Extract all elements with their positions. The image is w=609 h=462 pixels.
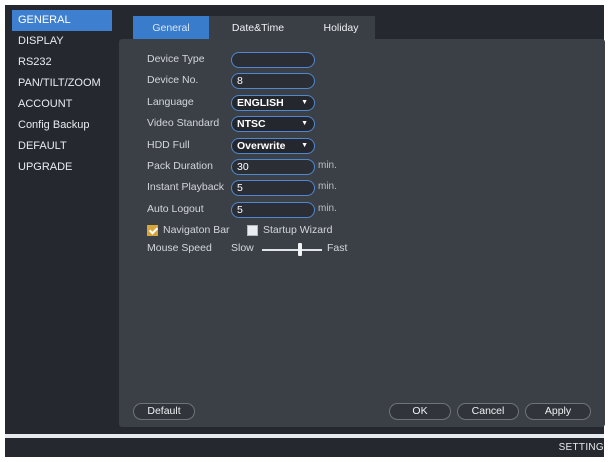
sidebar-item-general[interactable]: GENERAL [12,10,112,31]
video-standard-select[interactable]: NTSC ▼ [231,116,315,132]
ok-button[interactable]: OK [389,403,451,420]
auto-logout-unit: min. [318,203,337,214]
startup-wizard-label: Startup Wizard [263,224,333,236]
instant-playback-unit: min. [318,181,337,192]
pack-duration-input[interactable]: 30 [231,159,315,175]
device-type-label: Device Type [147,53,205,65]
sidebar-item-upgrade[interactable]: UPGRADE [12,157,112,178]
startup-wizard-checkbox[interactable] [247,225,258,236]
chevron-down-icon: ▼ [301,142,308,149]
bottom-scroll-track [5,434,604,438]
general-settings-panel: Device Type Device No. 8 Language ENGLIS… [119,39,605,427]
video-standard-value: NTSC [237,118,266,130]
tab-date-time[interactable]: Date&Time [209,16,307,40]
mouse-speed-label: Mouse Speed [147,242,212,254]
device-type-input[interactable] [231,52,315,68]
mouse-speed-slow-label: Slow [231,242,254,254]
sidebar-item-pan-tilt-zoom[interactable]: PAN/TILT/ZOOM [12,73,112,94]
language-label: Language [147,96,194,108]
chevron-down-icon: ▼ [301,120,308,127]
settings-window: GENERAL DISPLAY RS232 PAN/TILT/ZOOM ACCO… [5,5,605,457]
sidebar-menu: GENERAL DISPLAY RS232 PAN/TILT/ZOOM ACCO… [12,10,112,178]
sidebar-item-config-backup[interactable]: Config Backup [12,115,112,136]
auto-logout-label: Auto Logout [147,203,204,215]
device-no-input[interactable]: 8 [231,73,315,89]
cancel-button[interactable]: Cancel [457,403,519,420]
tab-general[interactable]: General [133,16,209,40]
hdd-full-value: Overwrite [237,140,286,152]
instant-playback-input[interactable]: 5 [231,180,315,196]
sidebar-item-account[interactable]: ACCOUNT [12,94,112,115]
chevron-down-icon: ▼ [301,99,308,106]
navigation-bar-label: Navigaton Bar [163,224,230,236]
pack-duration-unit: min. [318,160,337,171]
sidebar-item-display[interactable]: DISPLAY [12,31,112,52]
mouse-speed-slider-handle[interactable] [298,243,303,256]
sidebar-item-rs232[interactable]: RS232 [12,52,112,73]
tab-holiday[interactable]: Holiday [307,16,375,40]
instant-playback-label: Instant Playback [147,181,225,193]
language-select[interactable]: ENGLISH ▼ [231,95,315,111]
device-no-label: Device No. [147,74,199,86]
sidebar-item-default[interactable]: DEFAULT [12,136,112,157]
mouse-speed-fast-label: Fast [327,242,348,254]
setting-label: SETTING [558,442,604,453]
language-value: ENGLISH [237,97,284,109]
video-standard-label: Video Standard [147,117,220,129]
hdd-full-label: HDD Full [147,139,190,151]
auto-logout-input[interactable]: 5 [231,202,315,218]
apply-button[interactable]: Apply [525,403,591,420]
mouse-speed-slider-track[interactable] [262,249,322,251]
default-button[interactable]: Default [133,403,195,420]
hdd-full-select[interactable]: Overwrite ▼ [231,138,315,154]
navigation-bar-checkbox[interactable] [147,225,158,236]
pack-duration-label: Pack Duration [147,160,213,172]
